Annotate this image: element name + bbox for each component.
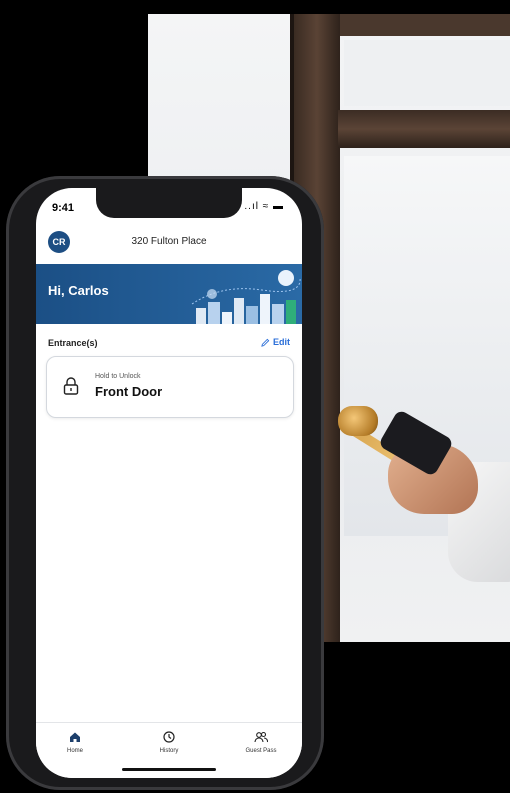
tab-label: Guest Pass bbox=[245, 748, 277, 754]
hold-to-unlock-hint: Hold to Unlock bbox=[95, 373, 141, 380]
entrances-heading: Entrance(s) bbox=[48, 338, 98, 348]
edit-button[interactable]: Edit bbox=[261, 337, 290, 347]
greeting-text: Hi, Carlos bbox=[48, 283, 109, 298]
tab-history[interactable]: History bbox=[134, 731, 204, 754]
greeting-banner: Hi, Carlos bbox=[36, 264, 302, 324]
entrance-card-front-door[interactable]: Hold to Unlock Front Door bbox=[46, 356, 294, 418]
tab-guest-pass[interactable]: Guest Pass bbox=[226, 731, 296, 754]
home-indicator[interactable] bbox=[122, 768, 216, 771]
city-illustration bbox=[191, 270, 301, 324]
phone-screen: 9:41 ..ıl ≈ ▬ CR 320 Fulton Place Hi, Ca… bbox=[36, 188, 302, 778]
tab-label: History bbox=[159, 748, 179, 754]
status-indicators: ..ıl ≈ ▬ bbox=[244, 201, 284, 212]
pencil-icon bbox=[261, 338, 270, 347]
lock-icon bbox=[63, 377, 79, 395]
window-pane bbox=[344, 40, 510, 106]
edit-label: Edit bbox=[273, 337, 290, 347]
door-frame bbox=[338, 14, 510, 36]
status-time: 9:41 bbox=[52, 202, 75, 214]
phone-notch bbox=[96, 188, 242, 218]
door-frame bbox=[338, 110, 510, 148]
home-icon bbox=[70, 732, 80, 742]
place-title[interactable]: 320 Fulton Place bbox=[36, 236, 302, 247]
door-handle bbox=[338, 406, 378, 436]
users-icon bbox=[254, 731, 268, 743]
clock-icon bbox=[163, 731, 175, 743]
tab-label: Home bbox=[66, 748, 83, 754]
app-header: CR 320 Fulton Place bbox=[36, 224, 302, 262]
tab-home[interactable]: Home bbox=[40, 731, 110, 754]
entrance-name: Front Door bbox=[95, 384, 163, 399]
